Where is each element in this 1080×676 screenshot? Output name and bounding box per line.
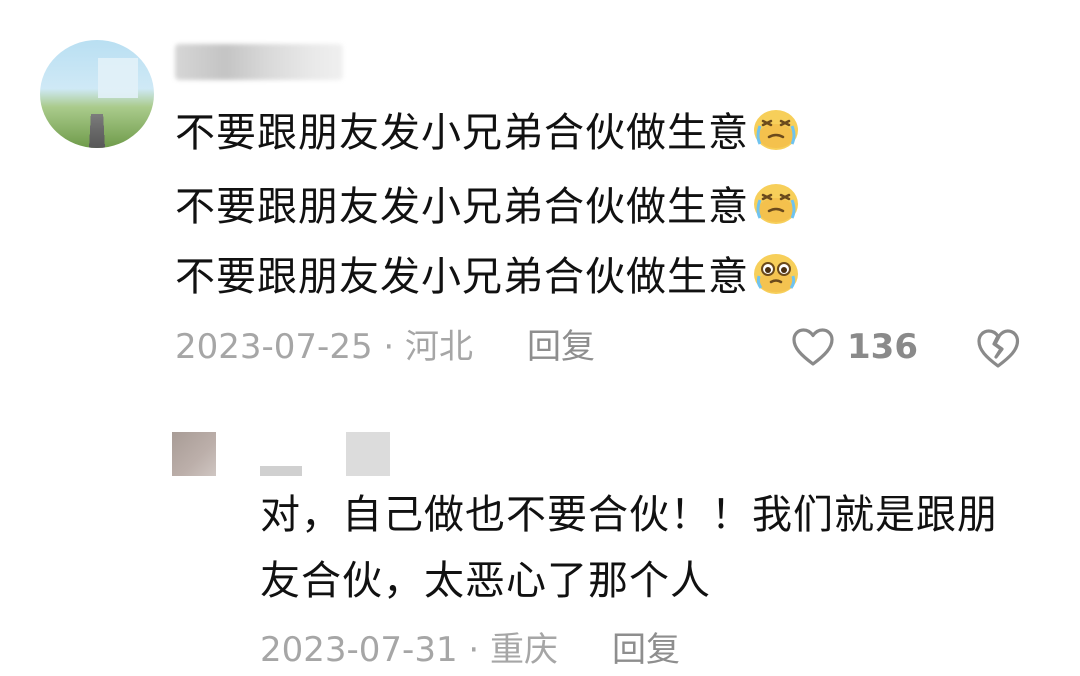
comment-line-text: 不要跟朋友发小兄弟合伙做生意 (175, 110, 749, 156)
comment-text-line: 不要跟朋友发小兄弟合伙做生意 (175, 250, 801, 303)
crying-face-emoji-icon (754, 184, 798, 224)
comment-text-line: 不要跟朋友发小兄弟合伙做生意 (175, 106, 801, 159)
heart-icon[interactable] (791, 327, 835, 367)
reply-meta-row: 2023-07-31 · 重庆 回复 (260, 628, 820, 672)
comment-text-line: 不要跟朋友发小兄弟合伙做生意 (175, 180, 801, 233)
avatar-road-detail (88, 114, 106, 148)
reply-date-location: 2023-07-31 · 重庆 (260, 630, 559, 670)
comment-date-location: 2023-07-25 · 河北 (175, 327, 474, 367)
reply-button[interactable]: 回复 (527, 325, 595, 369)
replier-avatar[interactable] (172, 432, 216, 476)
comment-line-text: 不要跟朋友发小兄弟合伙做生意 (175, 254, 749, 300)
replier-name-redacted[interactable] (260, 466, 302, 476)
commenter-name-redacted[interactable] (175, 44, 343, 80)
like-count: 136 (847, 327, 918, 367)
avatar-sky-detail (98, 58, 138, 98)
reply-button[interactable]: 回复 (612, 628, 680, 672)
comment-line-text: 不要跟朋友发小兄弟合伙做生意 (175, 184, 749, 230)
crying-face-emoji-icon (754, 110, 798, 150)
replier-name-redacted[interactable] (346, 432, 390, 476)
commenter-avatar[interactable] (40, 40, 154, 148)
broken-heart-icon[interactable] (975, 327, 1021, 369)
comment-meta-row: 2023-07-25 · 河北 回复 136 (175, 325, 1035, 369)
reply-comment-text: 对，自己做也不要合伙！！我们就是跟朋友合伙，太恶心了那个人 (260, 492, 998, 604)
pleading-face-emoji-icon (754, 254, 798, 294)
